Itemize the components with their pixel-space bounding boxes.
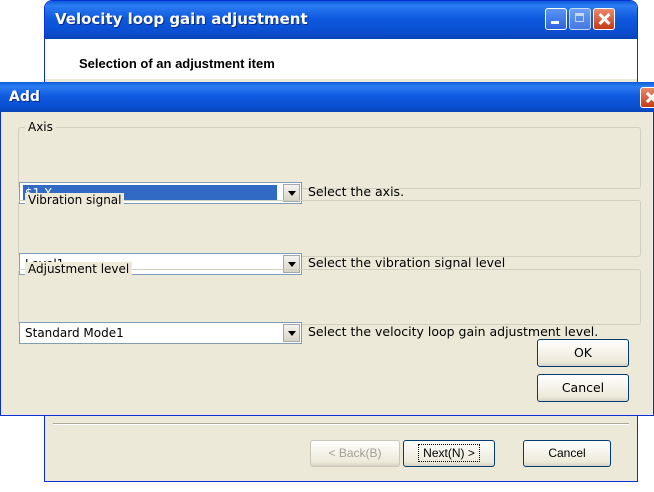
next-button[interactable]: Next(N) > bbox=[403, 440, 495, 467]
axis-group-legend: Axis bbox=[25, 120, 56, 134]
adjustment-level-group-legend: Adjustment level bbox=[25, 262, 133, 276]
ok-button[interactable]: OK bbox=[537, 339, 629, 367]
vibration-signal-hint: Select the vibration signal level bbox=[308, 255, 506, 270]
back-button: < Back(B) bbox=[310, 440, 400, 467]
close-icon[interactable] bbox=[593, 8, 615, 30]
maximize-icon bbox=[569, 8, 591, 30]
dialog-cancel-button[interactable]: Cancel bbox=[537, 374, 629, 402]
add-dialog: Add Axis $1-X Select the axis. Vibration… bbox=[0, 82, 654, 416]
minimize-icon[interactable] bbox=[545, 8, 567, 30]
adjustment-level-hint: Select the velocity loop gain adjustment… bbox=[308, 324, 599, 339]
chevron-down-icon[interactable] bbox=[283, 324, 300, 342]
wizard-divider bbox=[53, 423, 629, 425]
wizard-header: Selection of an adjustment item bbox=[45, 39, 637, 79]
close-icon[interactable] bbox=[640, 87, 654, 108]
add-dialog-titlebar[interactable]: Add bbox=[0, 82, 654, 112]
next-button-label: Next(N) > bbox=[418, 444, 480, 462]
wizard-heading: Selection of an adjustment item bbox=[79, 56, 275, 71]
wizard-titlebar[interactable]: Velocity loop gain adjustment bbox=[45, 1, 637, 39]
axis-hint: Select the axis. bbox=[308, 184, 405, 199]
vibration-signal-group: Vibration signal bbox=[18, 193, 641, 257]
axis-group: Axis bbox=[18, 120, 641, 189]
adjustment-level-select[interactable]: Standard Mode1 bbox=[19, 322, 302, 344]
adjustment-level-group: Adjustment level bbox=[18, 262, 641, 325]
wizard-title: Velocity loop gain adjustment bbox=[55, 10, 308, 28]
desktop: Velocity loop gain adjustment Selection … bbox=[0, 0, 654, 492]
vibration-signal-group-legend: Vibration signal bbox=[25, 193, 125, 207]
wizard-cancel-button[interactable]: Cancel bbox=[523, 440, 611, 467]
adjustment-level-select-value: Standard Mode1 bbox=[25, 326, 124, 340]
add-dialog-title: Add bbox=[9, 89, 40, 105]
